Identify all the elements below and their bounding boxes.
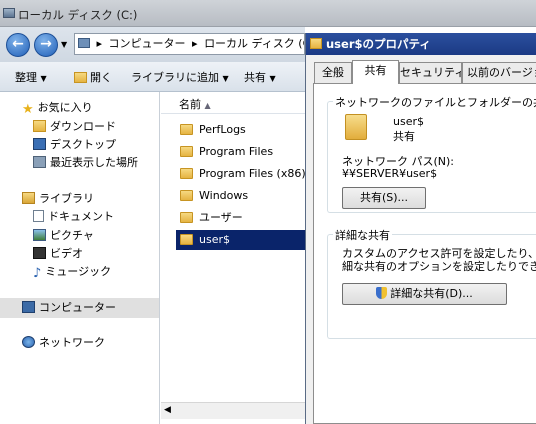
command-bar: 整理 ▼ 開く ライブラリに追加 ▼ 共有 ▼ — [0, 62, 305, 92]
network-path-value: ¥¥SERVER¥user$ — [342, 167, 438, 180]
organize-menu[interactable]: 整理 ▼ — [15, 69, 47, 85]
folder-icon — [180, 146, 193, 157]
breadcrumb-computer[interactable]: コンピューター — [109, 37, 186, 50]
chevron-down-icon: ▼ — [40, 74, 47, 83]
nav-libraries[interactable]: ライブラリ — [22, 191, 94, 207]
advanced-sharing-group-label: 詳細な共有 — [333, 227, 392, 243]
open-button[interactable]: 開く — [74, 69, 112, 85]
folder-open-icon — [74, 72, 87, 83]
desktop-icon — [33, 138, 46, 150]
column-header-name[interactable]: 名前 ▲ — [179, 96, 211, 112]
nav-favorites[interactable]: ★ お気に入り — [22, 100, 93, 117]
network-sharing-group-label: ネットワークのファイルとフォルダーの共有 — [333, 94, 536, 110]
share-status-label: 共有 — [393, 130, 415, 143]
sharing-tab-panel: ネットワークのファイルとフォルダーの共有 user$ 共有 ネットワーク パス(… — [313, 83, 536, 424]
breadcrumb-separator[interactable]: ▸ — [192, 37, 198, 50]
navigation-pane: ★ お気に入り ダウンロード デスクトップ 最近表示した場所 ライブラリ ドキュメ… — [0, 92, 160, 424]
folder-icon — [180, 168, 193, 179]
recent-places-icon — [33, 156, 46, 168]
explorer-title-bar: ローカル ディスク (C:) — [0, 0, 536, 27]
file-row[interactable]: Program Files (x86) — [176, 164, 306, 184]
breadcrumb-separator[interactable]: ▸ — [97, 37, 103, 50]
folder-icon — [180, 212, 193, 223]
forward-button[interactable]: → — [34, 33, 58, 57]
horizontal-scrollbar[interactable]: ◀ — [161, 402, 305, 419]
back-button[interactable]: ← — [6, 33, 30, 57]
nav-desktop[interactable]: デスクトップ — [33, 137, 116, 153]
file-row[interactable]: Windows — [176, 186, 305, 206]
folder-title-icon — [310, 38, 322, 49]
file-row[interactable]: PerfLogs — [176, 120, 305, 140]
window-title: ローカル ディスク (C:) — [18, 8, 138, 22]
network-icon — [22, 336, 35, 348]
uac-shield-icon — [376, 287, 388, 299]
add-to-library-menu[interactable]: ライブラリに追加 ▼ — [131, 69, 229, 85]
tab-sharing[interactable]: 共有 — [352, 60, 399, 84]
chevron-down-icon: ▼ — [222, 74, 229, 83]
shared-folder-icon — [180, 234, 193, 245]
nav-pictures[interactable]: ピクチャ — [33, 228, 94, 244]
nav-network[interactable]: ネットワーク — [22, 335, 105, 351]
share-button[interactable]: 共有(S)... — [342, 187, 426, 209]
computer-icon — [22, 301, 35, 313]
sort-ascending-icon: ▲ — [204, 101, 211, 110]
chevron-down-icon: ▼ — [269, 74, 276, 83]
computer-small-icon — [78, 38, 90, 48]
file-list: 名前 ▲ PerfLogs Program Files Program File… — [161, 92, 306, 424]
videos-icon — [33, 247, 46, 259]
nav-music[interactable]: ♪ ミュージック — [33, 264, 111, 281]
folder-name-label: user$ — [393, 115, 424, 128]
history-dropdown-icon[interactable]: ▼ — [61, 40, 67, 49]
scroll-left-icon[interactable]: ◀ — [164, 405, 171, 415]
advanced-description-line-2: 細な共有のオプションを設定したりできます — [342, 260, 536, 273]
documents-icon — [33, 210, 44, 222]
file-row-selected[interactable]: user$ — [176, 230, 305, 250]
tab-previous-versions[interactable]: 以前のバージョン — [462, 62, 536, 83]
drive-icon — [3, 8, 15, 18]
pictures-icon — [33, 229, 46, 241]
share-menu[interactable]: 共有 ▼ — [244, 69, 276, 85]
folder-icon — [180, 124, 193, 135]
star-icon: ★ — [22, 102, 34, 117]
column-header-bar: 名前 ▲ — [161, 92, 305, 114]
nav-documents[interactable]: ドキュメント — [33, 209, 114, 225]
shared-folder-large-icon — [345, 114, 367, 140]
tab-general[interactable]: 全般 — [314, 62, 352, 83]
downloads-folder-icon — [33, 120, 46, 132]
libraries-icon — [22, 192, 35, 204]
advanced-sharing-button[interactable]: 詳細な共有(D)... — [342, 283, 507, 305]
file-row[interactable]: ユーザー — [176, 208, 305, 228]
music-icon: ♪ — [33, 266, 42, 281]
dialog-title: user$のプロパティ — [326, 37, 431, 51]
nav-recent-places[interactable]: 最近表示した場所 — [33, 155, 138, 171]
properties-dialog: user$のプロパティ 全般 共有 セキュリティ 以前のバージョン ネットワーク… — [305, 33, 536, 424]
breadcrumb-local-disk[interactable]: ローカル ディスク (C:) — [204, 37, 304, 50]
tab-security[interactable]: セキュリティ — [399, 62, 462, 83]
dialog-title-bar: user$のプロパティ — [306, 33, 536, 55]
nav-videos[interactable]: ビデオ — [33, 246, 83, 262]
breadcrumb[interactable]: ▸ コンピューター ▸ ローカル ディスク (C:) ▸ — [74, 33, 305, 55]
folder-icon — [180, 190, 193, 201]
file-row[interactable]: Program Files — [176, 142, 305, 162]
address-bar-area: ← → ▼ ▸ コンピューター ▸ ローカル ディスク (C:) ▸ — [0, 27, 305, 62]
nav-downloads[interactable]: ダウンロード — [33, 119, 116, 135]
nav-computer[interactable]: コンピューター — [22, 300, 116, 316]
